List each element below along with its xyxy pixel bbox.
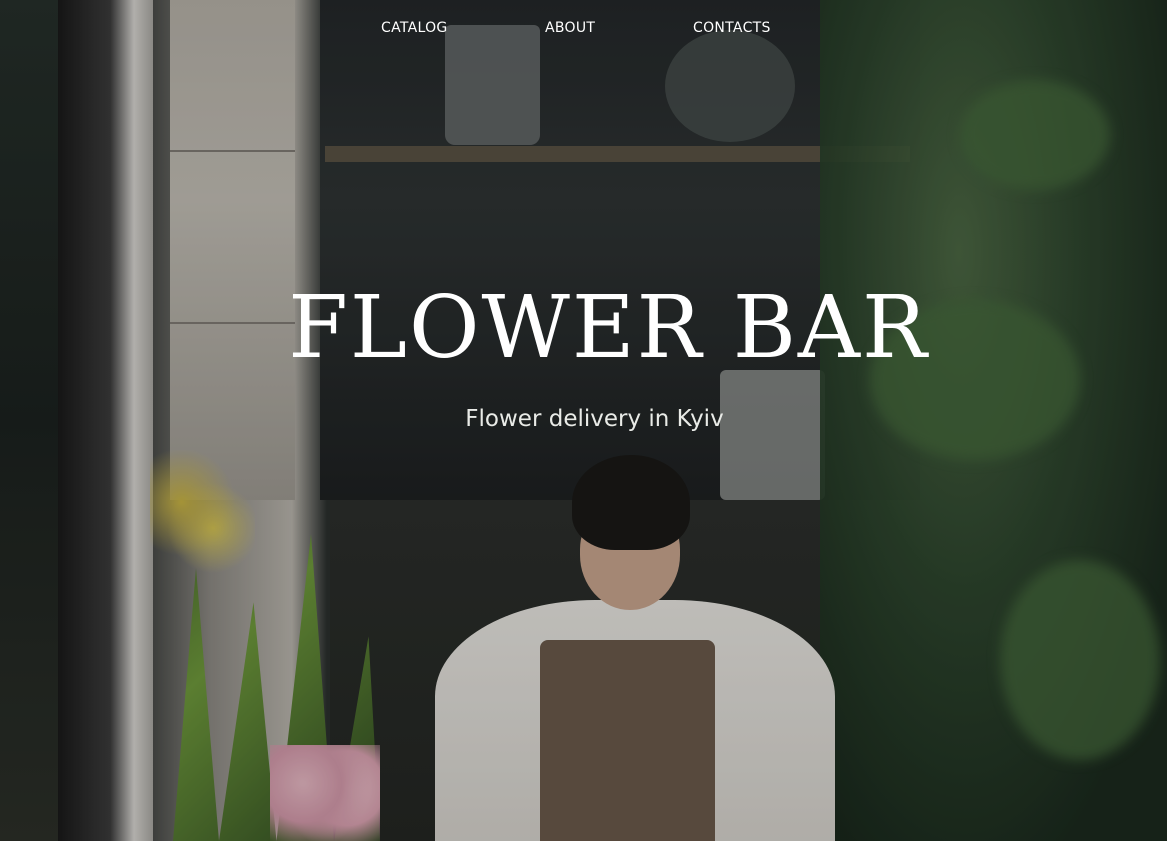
nav-link-contacts[interactable]: CONTACTS — [693, 20, 771, 36]
hero-subtitle: Flower delivery in Kyiv — [465, 406, 724, 432]
main-nav: CATALOG ABOUT CONTACTS — [0, 20, 1167, 42]
hero-title: FLOWER BAR — [288, 278, 929, 378]
nav-link-catalog[interactable]: CATALOG — [381, 20, 448, 36]
hero-section: CATALOG ABOUT CONTACTS FLOWER BAR Flower… — [0, 0, 1167, 841]
nav-link-about[interactable]: ABOUT — [545, 20, 595, 36]
